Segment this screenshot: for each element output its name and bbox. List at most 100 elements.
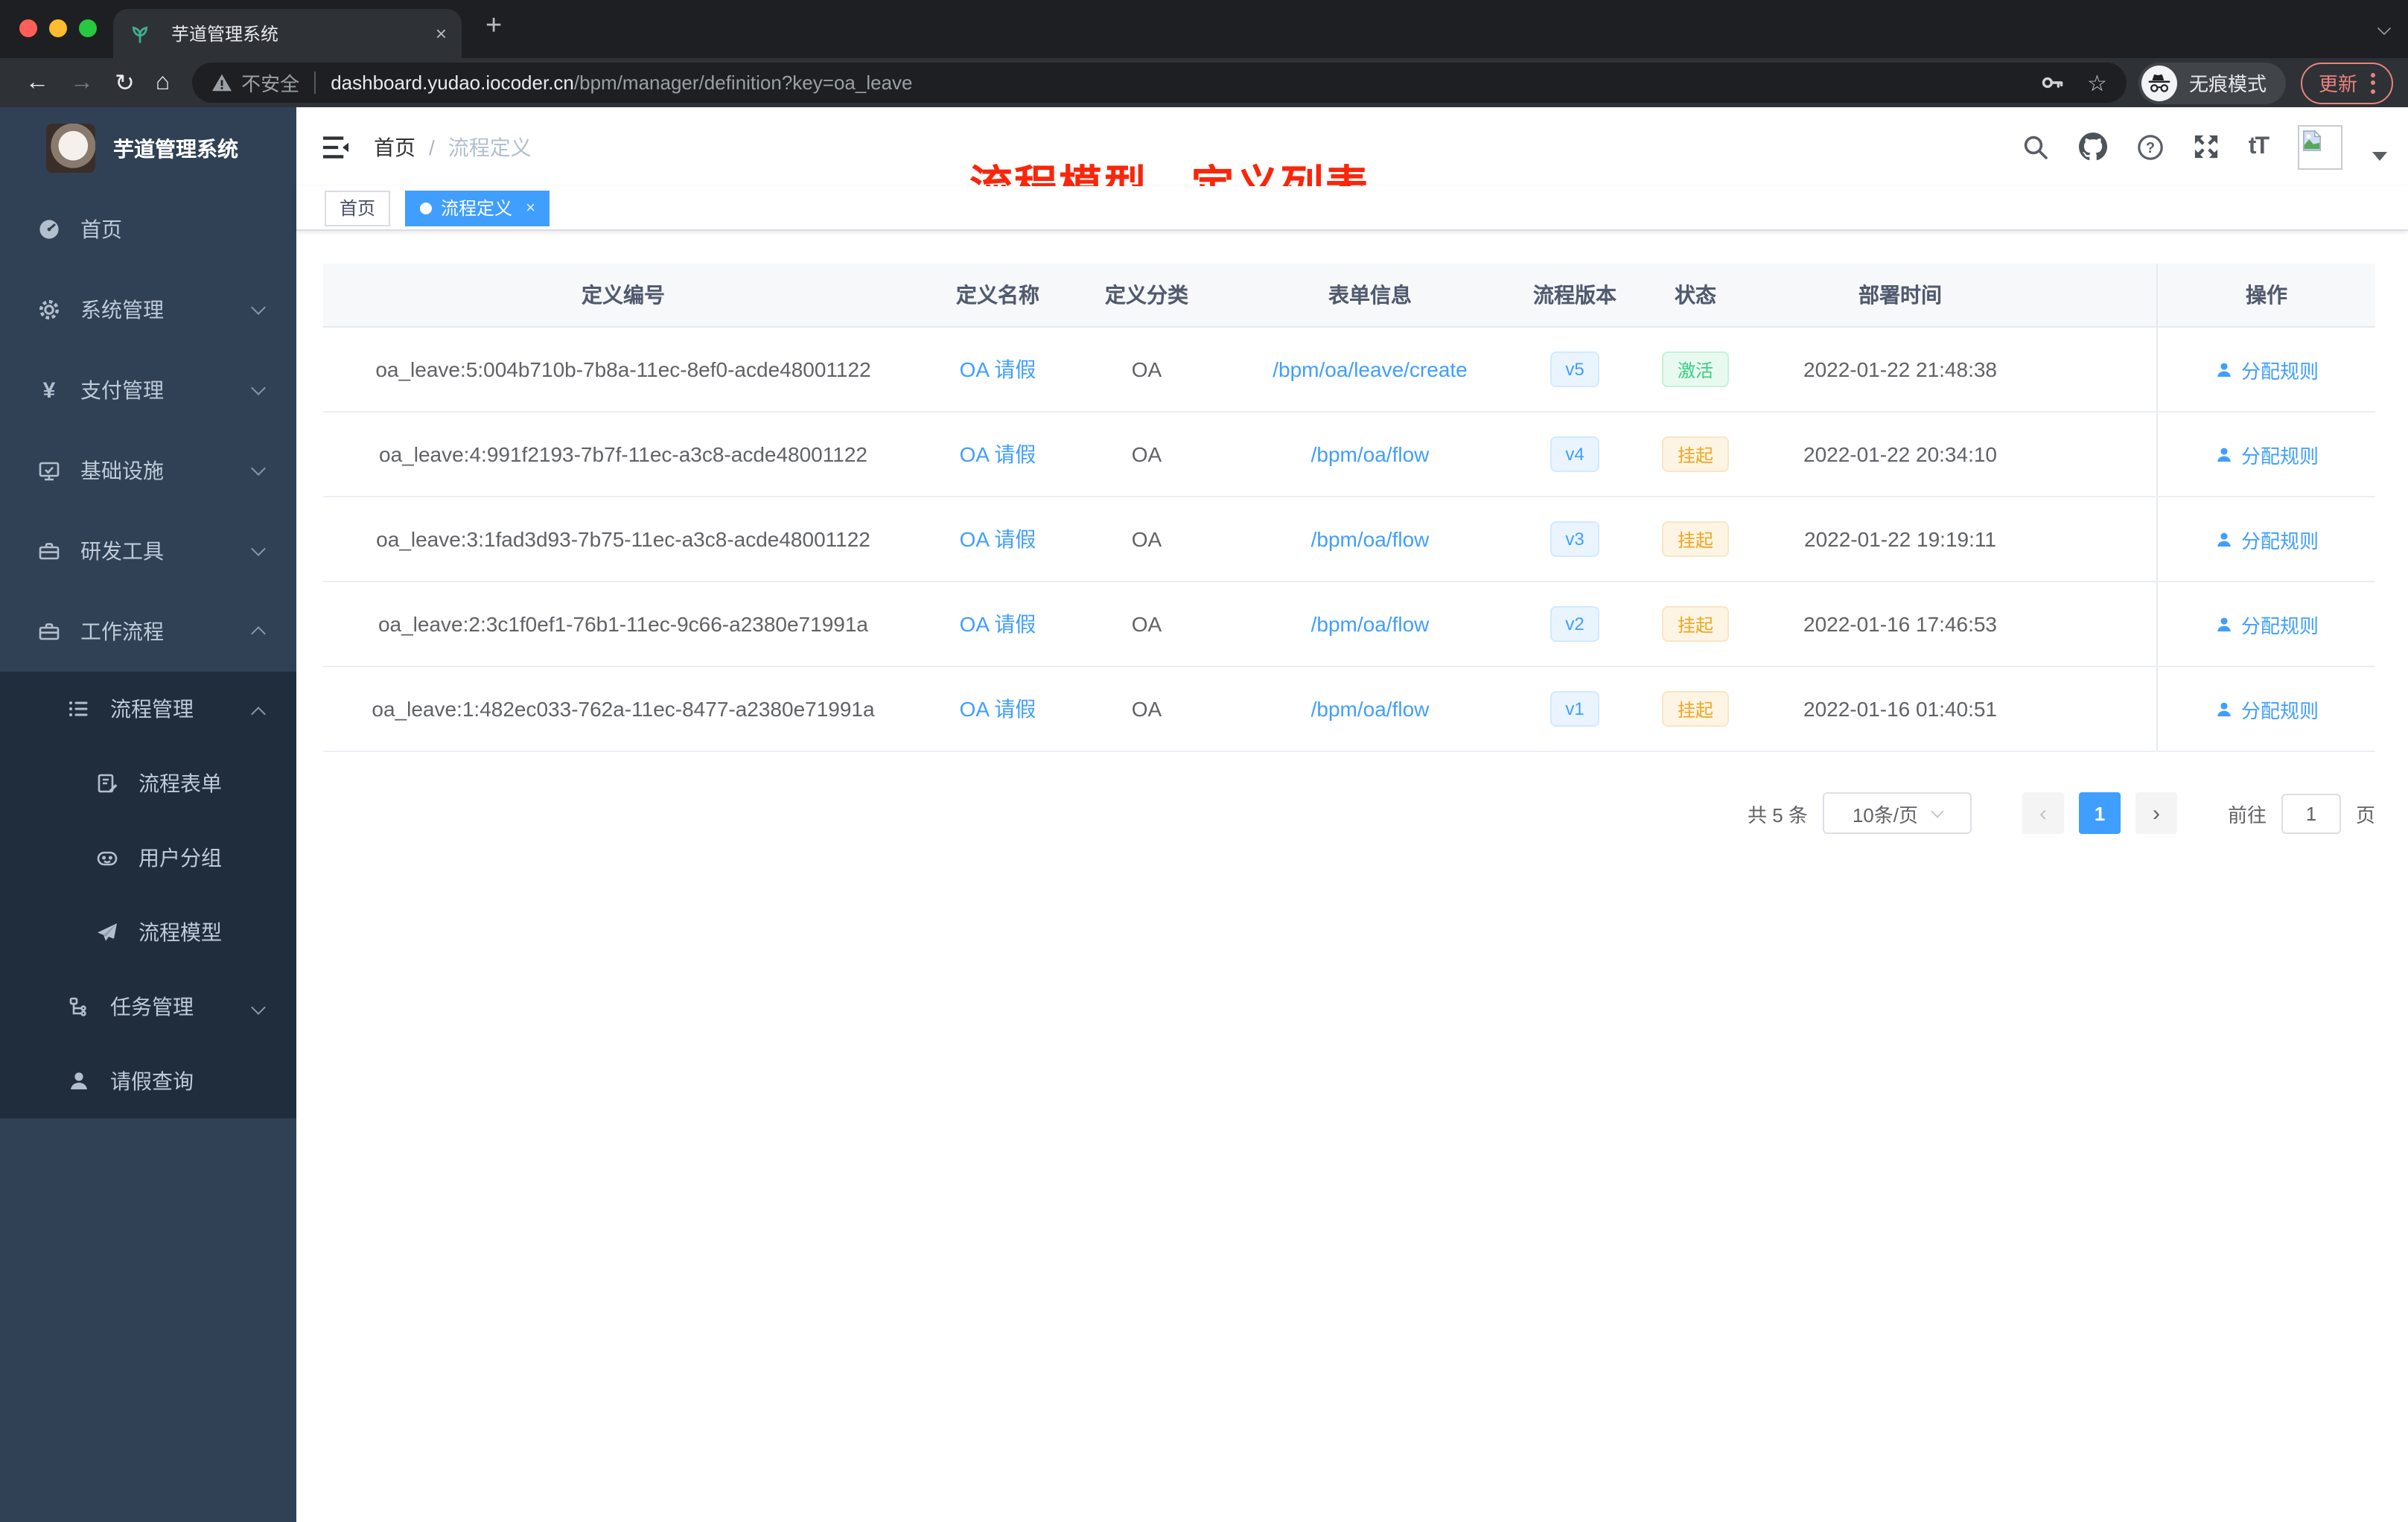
- chevron-up-icon: [251, 626, 266, 641]
- sidebar-item-workflow[interactable]: 工作流程: [0, 591, 296, 672]
- next-page-button[interactable]: ›: [2135, 792, 2177, 834]
- tree-icon: [67, 995, 91, 1019]
- sidebar-logo[interactable]: 芋道管理系统: [0, 107, 296, 189]
- sidebar-item-payment[interactable]: ¥ 支付管理: [0, 350, 296, 430]
- chevron-down-icon: [251, 380, 266, 395]
- avatar[interactable]: [2298, 124, 2342, 169]
- breadcrumb-home[interactable]: 首页: [374, 132, 415, 162]
- assign-rule-button[interactable]: 分配规则: [2214, 525, 2319, 553]
- active-dot-icon: [420, 202, 433, 214]
- table-header-row: 定义编号 定义名称 定义分类 表单信息 流程版本 状态 部署时间 操作: [323, 264, 2375, 328]
- deploy-time: 2022-01-22 19:19:11: [1804, 527, 1996, 551]
- new-tab-button[interactable]: +: [485, 10, 502, 43]
- tab-search-chevron-icon[interactable]: [2377, 21, 2392, 36]
- definition-id: oa_leave:5:004b710b-7b8a-11ec-8ef0-acde4…: [375, 357, 871, 381]
- browser-tab[interactable]: 芋道管理系统 ×: [113, 9, 462, 58]
- sidebar-item-process-management[interactable]: 流程管理: [0, 672, 296, 746]
- back-button[interactable]: ←: [25, 69, 49, 96]
- assign-rule-button[interactable]: 分配规则: [2214, 695, 2319, 723]
- browser-menu-icon[interactable]: [2371, 72, 2375, 93]
- sidebar-item-process-form[interactable]: 流程表单: [0, 746, 296, 821]
- col-actions: 操作: [2156, 264, 2375, 326]
- password-key-icon[interactable]: [2038, 70, 2063, 95]
- goto-page-input[interactable]: [2281, 793, 2341, 833]
- reload-button[interactable]: ↻: [115, 68, 135, 98]
- chevron-down-icon: [251, 461, 266, 476]
- form-link[interactable]: /bpm/oa/flow: [1311, 612, 1430, 636]
- sidebar-item-user-group[interactable]: 用户分组: [0, 821, 296, 895]
- paper-plane-icon: [95, 920, 119, 944]
- form-link[interactable]: /bpm/oa/flow: [1311, 527, 1430, 551]
- definition-id: oa_leave:3:1fad3d93-7b75-11ec-a3c8-acde4…: [376, 527, 870, 551]
- avatar-dropdown-caret-icon[interactable]: [2372, 151, 2387, 160]
- forward-button[interactable]: →: [70, 69, 94, 96]
- deploy-time: 2022-01-16 01:40:51: [1803, 697, 1997, 721]
- assign-rule-button[interactable]: 分配规则: [2214, 610, 2319, 638]
- screen: 芋道管理系统 × + ← → ↻ ⌂ 不安全 dashboard.yudao.i…: [0, 0, 2408, 1522]
- col-status: 状态: [1675, 283, 1716, 307]
- tab-title: 芋道管理系统: [171, 24, 279, 45]
- zoom-window-button[interactable]: [79, 19, 97, 37]
- form-edit-icon: [95, 771, 119, 795]
- search-icon[interactable]: [2022, 133, 2049, 160]
- prev-page-button[interactable]: ‹: [2022, 792, 2064, 834]
- sidebar-item-system[interactable]: 系统管理: [0, 270, 296, 350]
- toolbox-icon: [37, 539, 61, 563]
- page-number-current[interactable]: 1: [2078, 792, 2121, 834]
- address-bar[interactable]: 不安全 dashboard.yudao.iocoder.cn/bpm/manag…: [192, 63, 2127, 103]
- minimize-window-button[interactable]: [49, 19, 67, 37]
- sidebar-item-leave-query[interactable]: 请假查询: [0, 1044, 296, 1118]
- definition-name-link[interactable]: OA 请假: [960, 524, 1036, 554]
- version-badge: v4: [1550, 436, 1599, 472]
- home-button[interactable]: ⌂: [156, 69, 170, 96]
- main-area: 首页 / 流程定义 ? tT 流程模型 - 定义列表 首页 流程定义: [296, 107, 2408, 834]
- github-icon[interactable]: [2078, 133, 2107, 161]
- assign-rule-button[interactable]: 分配规则: [2214, 440, 2319, 468]
- pagination: 共 5 条 10条/页 ‹ 1 › 前往 页: [323, 792, 2375, 834]
- definition-name-link[interactable]: OA 请假: [960, 694, 1036, 724]
- status-badge: 挂起: [1662, 606, 1728, 642]
- definition-id: oa_leave:4:991f2193-7b7f-11ec-a3c8-acde4…: [379, 442, 867, 466]
- logo-avatar: [46, 124, 95, 173]
- robot-face-icon: [95, 846, 119, 870]
- form-link[interactable]: /bpm/oa/leave/create: [1273, 357, 1468, 381]
- user-icon: [2217, 362, 2231, 376]
- tag-home[interactable]: 首页: [325, 190, 391, 226]
- font-size-icon[interactable]: tT: [2249, 133, 2270, 160]
- user-icon: [67, 1069, 91, 1093]
- chevron-down-icon: [251, 1000, 266, 1015]
- definition-category: OA: [1131, 612, 1162, 636]
- close-window-button[interactable]: [19, 19, 37, 37]
- bookmark-star-icon[interactable]: ☆: [2087, 69, 2107, 96]
- assign-rule-button[interactable]: 分配规则: [2214, 355, 2319, 383]
- version-badge: v2: [1550, 606, 1599, 642]
- sidebar-item-infrastructure[interactable]: 基础设施: [0, 430, 296, 511]
- sidebar-item-home[interactable]: 首页: [0, 189, 296, 270]
- sidebar-item-task-management[interactable]: 任务管理: [0, 969, 296, 1044]
- header-actions: ? tT: [2022, 107, 2387, 186]
- definition-category: OA: [1131, 527, 1162, 551]
- breadcrumb-current: 流程定义: [447, 135, 532, 159]
- form-link[interactable]: /bpm/oa/flow: [1311, 697, 1430, 721]
- collapse-sidebar-icon[interactable]: [323, 135, 350, 159]
- deploy-time: 2022-01-22 20:34:10: [1803, 442, 1997, 466]
- tag-process-definition[interactable]: 流程定义 ×: [405, 190, 550, 226]
- version-badge: v3: [1550, 521, 1599, 557]
- user-icon: [2217, 701, 2231, 716]
- page-size-select[interactable]: 10条/页: [1822, 792, 1972, 834]
- definition-name-link[interactable]: OA 请假: [960, 354, 1036, 384]
- chevron-up-icon: [251, 707, 266, 722]
- tab-close-icon[interactable]: ×: [436, 22, 447, 45]
- sidebar-item-process-model[interactable]: 流程模型: [0, 895, 296, 969]
- fullscreen-icon[interactable]: [2194, 134, 2219, 159]
- definition-name-link[interactable]: OA 请假: [960, 609, 1036, 639]
- tag-close-icon[interactable]: ×: [526, 199, 535, 217]
- chevron-down-icon: [251, 541, 266, 556]
- col-deploy-time: 部署时间: [1858, 283, 1942, 307]
- definition-name-link[interactable]: OA 请假: [960, 439, 1036, 469]
- form-link[interactable]: /bpm/oa/flow: [1311, 442, 1430, 466]
- browser-update-button[interactable]: 更新: [2300, 62, 2393, 104]
- security-chip[interactable]: 不安全: [241, 69, 299, 97]
- help-icon[interactable]: ?: [2137, 133, 2164, 160]
- sidebar-item-dev-tools[interactable]: 研发工具: [0, 511, 296, 591]
